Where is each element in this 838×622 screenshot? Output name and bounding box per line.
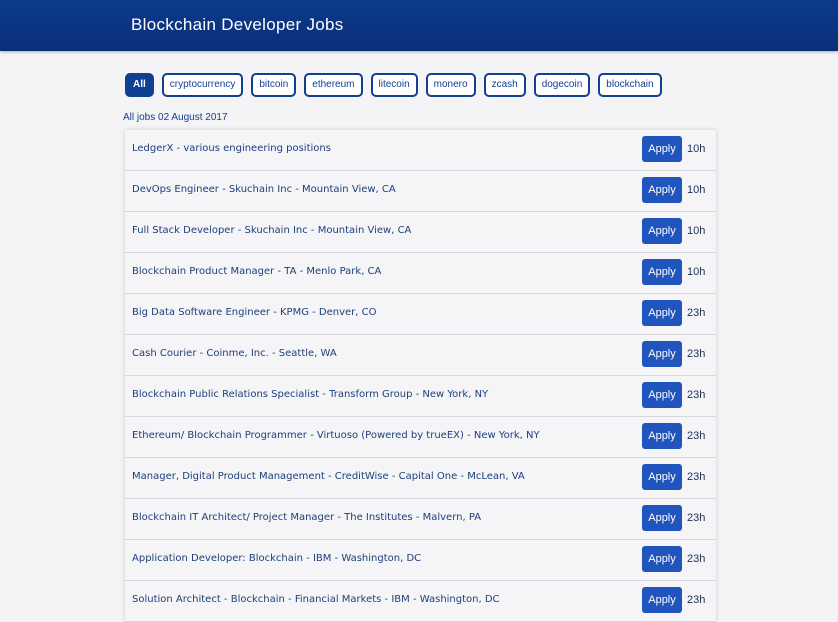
apply-button[interactable]: Apply (642, 218, 682, 244)
job-row: Blockchain Public Relations Specialist -… (125, 376, 716, 417)
job-row: Blockchain IT Architect/ Project Manager… (125, 499, 716, 540)
filter-chip-zcash[interactable]: zcash (483, 73, 526, 97)
page-header: Blockchain Developer Jobs (0, 0, 838, 51)
job-row: Manager, Digital Product Management - Cr… (125, 458, 716, 499)
job-age: 23h (687, 512, 706, 524)
job-age: 23h (687, 389, 706, 401)
job-row: DevOps Engineer - Skuchain Inc - Mountai… (125, 171, 716, 212)
filter-chip-bitcoin[interactable]: bitcoin (251, 73, 297, 97)
job-age: 23h (687, 471, 706, 483)
filter-chip-blockchain[interactable]: blockchain (598, 73, 662, 97)
job-row: Ethereum/ Blockchain Programmer - Virtuo… (125, 417, 716, 458)
job-row: Cash Courier - Coinme, Inc. - Seattle, W… (125, 335, 716, 376)
tag-filter-bar: All cryptocurrency bitcoin ethereum lite… (125, 73, 662, 97)
job-age: 10h (687, 143, 706, 155)
job-row: Big Data Software Engineer - KPMG - Denv… (125, 294, 716, 335)
job-age: 23h (687, 553, 706, 565)
apply-button[interactable]: Apply (642, 505, 682, 531)
job-title-link[interactable]: Ethereum/ Blockchain Programmer - Virtuo… (132, 430, 540, 441)
job-title-link[interactable]: Manager, Digital Product Management - Cr… (132, 471, 525, 482)
job-age: 23h (687, 307, 706, 319)
apply-button[interactable]: Apply (642, 300, 682, 326)
job-age: 23h (687, 348, 706, 360)
job-age: 23h (687, 594, 706, 606)
apply-button[interactable]: Apply (642, 136, 682, 162)
page-title: Blockchain Developer Jobs (131, 15, 344, 34)
apply-button[interactable]: Apply (642, 423, 682, 449)
job-age: 23h (687, 430, 706, 442)
job-title-link[interactable]: Blockchain Public Relations Specialist -… (132, 389, 488, 400)
job-title-link[interactable]: Blockchain IT Architect/ Project Manager… (132, 512, 481, 523)
filter-chip-dogecoin[interactable]: dogecoin (533, 73, 591, 97)
job-title-link[interactable]: Full Stack Developer - Skuchain Inc - Mo… (132, 225, 411, 236)
filter-chip-monero[interactable]: monero (425, 73, 476, 97)
apply-button[interactable]: Apply (642, 464, 682, 490)
filter-chip-litecoin[interactable]: litecoin (370, 73, 418, 97)
job-row: LedgerX - various engineering positions … (125, 130, 716, 171)
job-title-link[interactable]: Big Data Software Engineer - KPMG - Denv… (132, 307, 377, 318)
filter-chip-all[interactable]: All (125, 73, 154, 97)
job-row: Solution Architect - Blockchain - Financ… (125, 581, 716, 622)
job-title-link[interactable]: DevOps Engineer - Skuchain Inc - Mountai… (132, 184, 396, 195)
job-list: LedgerX - various engineering positions … (125, 130, 716, 622)
job-row: Full Stack Developer - Skuchain Inc - Mo… (125, 212, 716, 253)
apply-button[interactable]: Apply (642, 546, 682, 572)
job-age: 10h (687, 266, 706, 278)
jobs-date-label: All jobs 02 August 2017 (123, 112, 228, 123)
filter-chip-ethereum[interactable]: ethereum (304, 73, 363, 97)
filter-chip-cryptocurrency[interactable]: cryptocurrency (161, 73, 244, 97)
job-title-link[interactable]: Application Developer: Blockchain - IBM … (132, 553, 421, 564)
job-row: Application Developer: Blockchain - IBM … (125, 540, 716, 581)
apply-button[interactable]: Apply (642, 341, 682, 367)
apply-button[interactable]: Apply (642, 382, 682, 408)
job-row: Blockchain Product Manager - TA - Menlo … (125, 253, 716, 294)
apply-button[interactable]: Apply (642, 587, 682, 613)
apply-button[interactable]: Apply (642, 259, 682, 285)
job-age: 10h (687, 225, 706, 237)
job-title-link[interactable]: Cash Courier - Coinme, Inc. - Seattle, W… (132, 348, 337, 359)
job-title-link[interactable]: Blockchain Product Manager - TA - Menlo … (132, 266, 381, 277)
job-age: 10h (687, 184, 706, 196)
apply-button[interactable]: Apply (642, 177, 682, 203)
job-title-link[interactable]: LedgerX - various engineering positions (132, 143, 331, 154)
